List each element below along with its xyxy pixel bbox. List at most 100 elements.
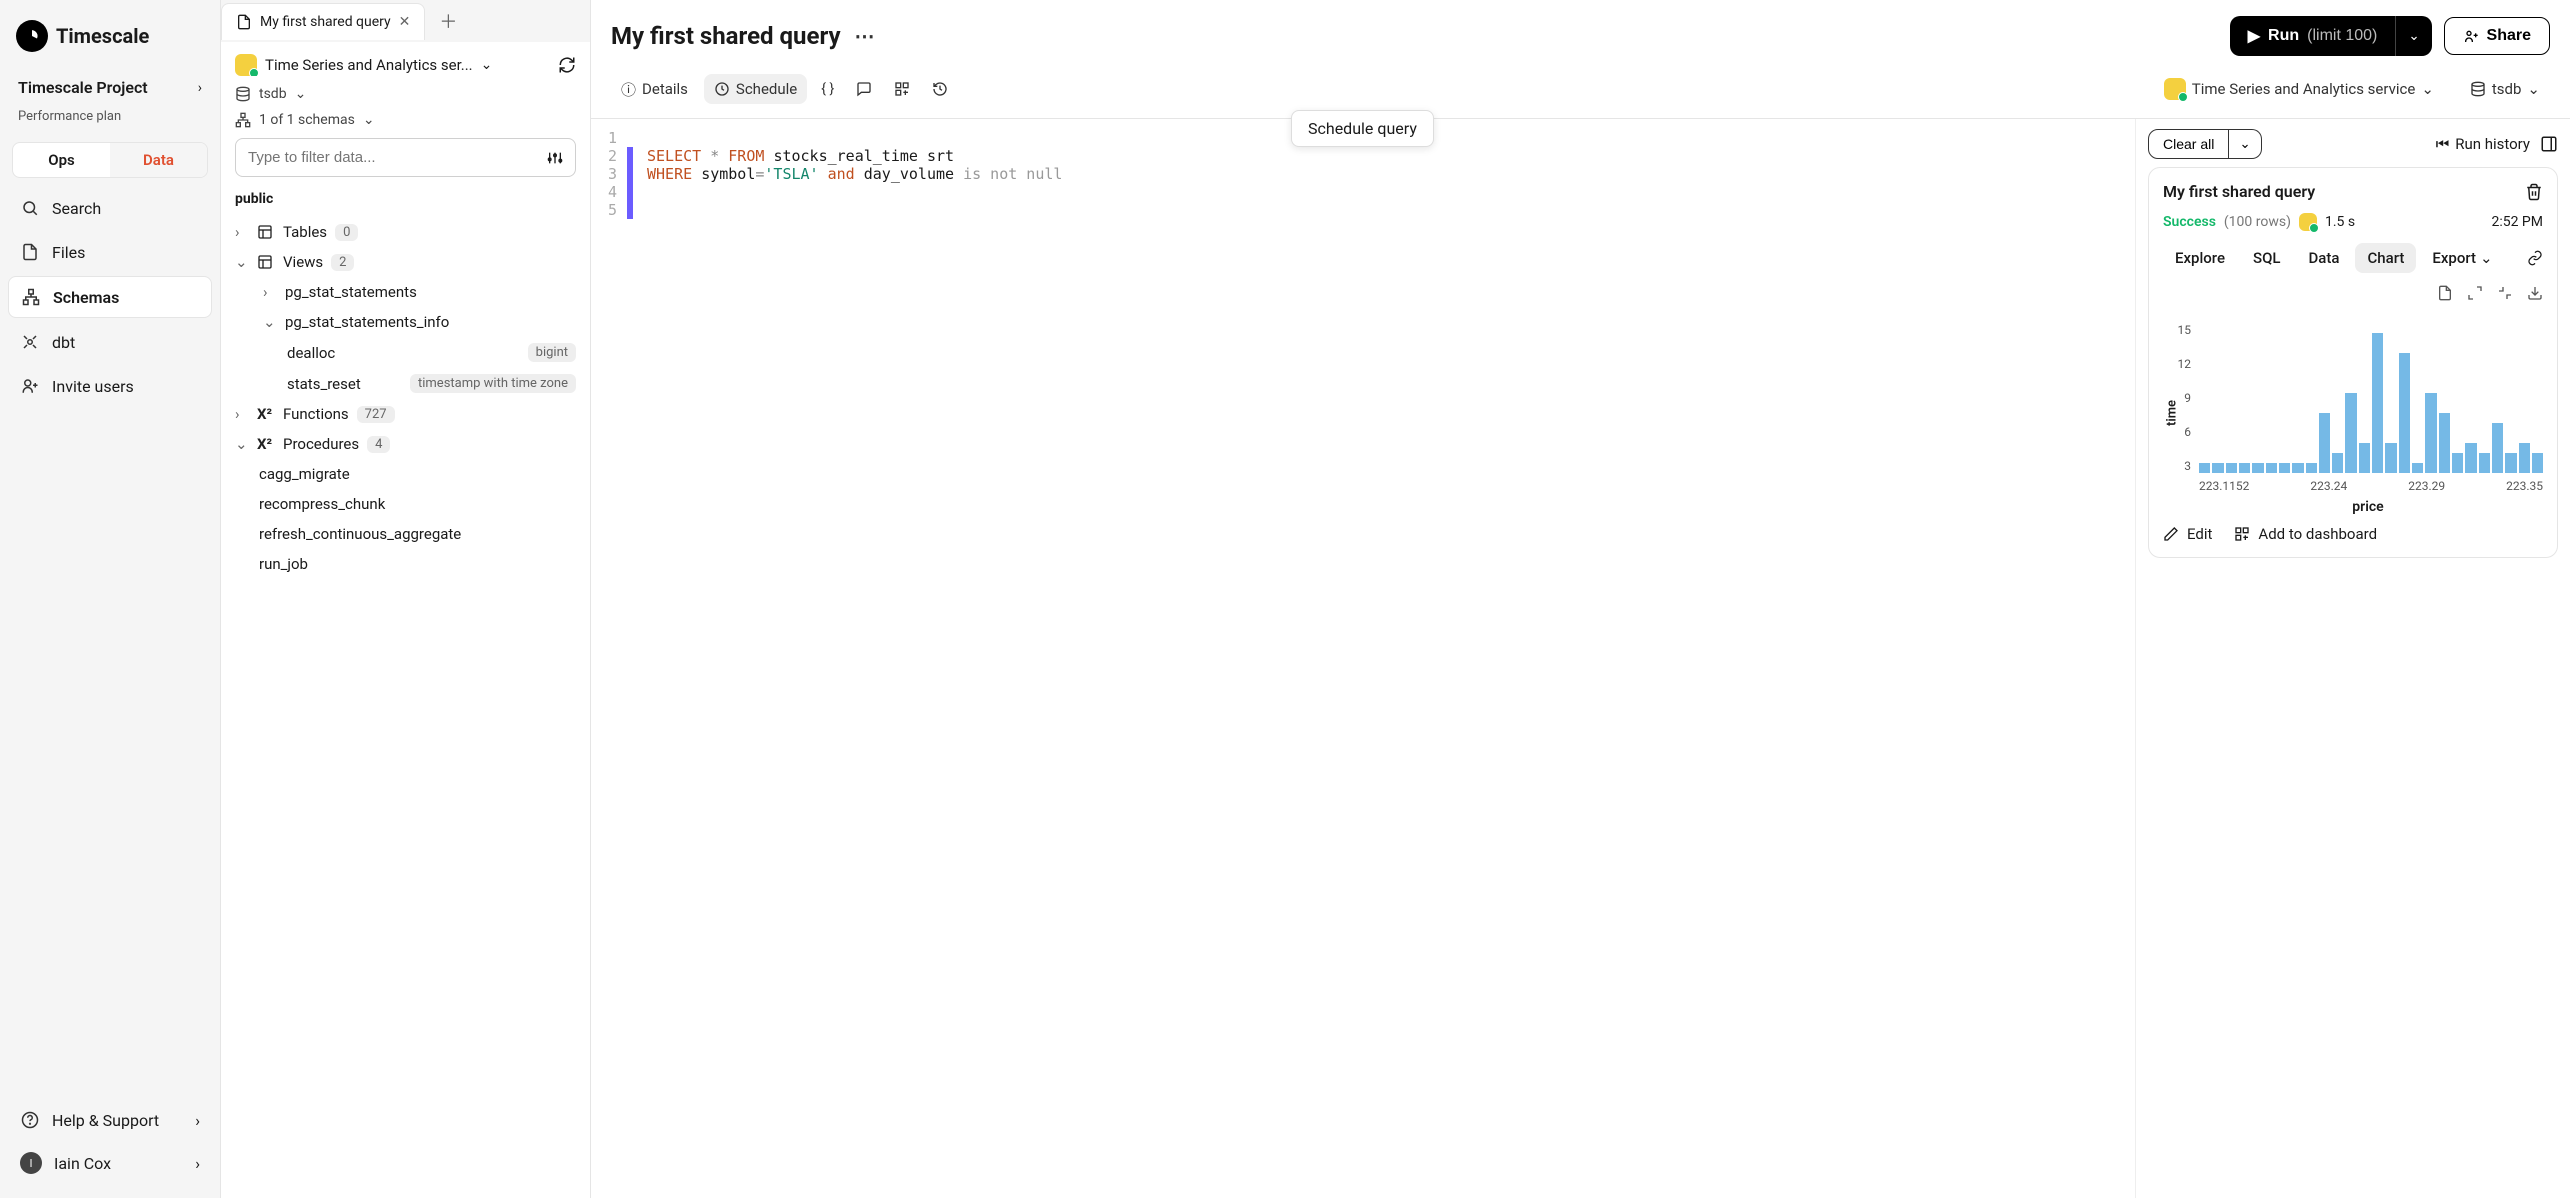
add-dashboard-button[interactable]: Add to dashboard: [2234, 525, 2377, 543]
add-tab-button[interactable]: ＋: [425, 0, 471, 42]
tab-ops[interactable]: Ops: [13, 143, 110, 177]
tree-proc-item[interactable]: recompress_chunk: [235, 489, 576, 519]
chart-x-ticks: 223.1152 223.24 223.29 223.35: [2193, 479, 2543, 493]
view-name: pg_stat_statements_info: [285, 313, 449, 331]
chevron-down-icon: ⌄: [235, 435, 249, 453]
chevron-right-icon: ›: [195, 1154, 200, 1173]
sidebar-item-search[interactable]: Search: [8, 188, 212, 228]
result-tab-export[interactable]: Export ⌄: [2420, 243, 2504, 273]
result-tab-data[interactable]: Data: [2297, 243, 2352, 273]
tree-proc-item[interactable]: cagg_migrate: [235, 459, 576, 489]
more-icon[interactable]: ⋯: [855, 24, 875, 48]
page-title: My first shared query: [611, 22, 841, 50]
filter-text[interactable]: [248, 149, 547, 166]
column-name: dealloc: [287, 344, 335, 362]
service-name-right: Time Series and Analytics service: [2192, 80, 2416, 98]
project-selector[interactable]: Timescale Project ›: [8, 68, 212, 107]
sql-editor[interactable]: 1 2SELECT * FROM stocks_real_time srt 3W…: [591, 119, 2135, 1198]
sidebar-item-schemas[interactable]: Schemas: [8, 276, 212, 318]
chevron-right-icon: ›: [235, 405, 249, 423]
table-icon: [257, 224, 275, 240]
sidebar-item-invite[interactable]: Invite users: [8, 366, 212, 406]
expand-icon[interactable]: [2467, 285, 2483, 301]
column-type: timestamp with time zone: [410, 374, 576, 393]
result-tab-explore[interactable]: Explore: [2163, 243, 2237, 273]
project-plan: Performance plan: [8, 109, 212, 134]
sidebar-item-user[interactable]: I Iain Cox ›: [8, 1142, 212, 1184]
row-count: (100 rows): [2224, 214, 2291, 230]
result-tabs: Explore SQL Data Chart Export ⌄: [2163, 243, 2543, 273]
sub-schedule[interactable]: Schedule: [704, 74, 807, 104]
database-name: tsdb: [259, 86, 287, 102]
braces-icon[interactable]: { }: [813, 75, 842, 103]
download-icon[interactable]: [2527, 285, 2543, 301]
result-tab-sql[interactable]: SQL: [2241, 243, 2293, 273]
tree-column[interactable]: dealloc bigint: [235, 337, 576, 368]
dashboard-icon[interactable]: [886, 75, 918, 103]
run-button[interactable]: ▶ Run (limit 100): [2230, 16, 2396, 56]
tab-data[interactable]: Data: [110, 143, 207, 177]
tree-view-item[interactable]: ⌄ pg_stat_statements_info: [235, 307, 576, 337]
file-tab-label: My first shared query: [260, 14, 391, 30]
sidebar-item-files[interactable]: Files: [8, 232, 212, 272]
share-button[interactable]: Share: [2444, 17, 2550, 55]
database-selector[interactable]: tsdb ⌄: [235, 86, 576, 102]
sliders-icon[interactable]: [547, 150, 563, 166]
sub-details[interactable]: ⓘ Details: [611, 73, 698, 106]
procedure-icon: X²: [257, 435, 275, 453]
service-selector-right[interactable]: Time Series and Analytics service ⌄: [2154, 72, 2444, 106]
filter-input[interactable]: [235, 138, 576, 177]
logo[interactable]: Timescale: [8, 12, 212, 60]
run-label: Run: [2268, 27, 2299, 45]
tree-proc-item[interactable]: run_job: [235, 549, 576, 579]
tree-views[interactable]: ⌄ Views 2: [235, 247, 576, 277]
link-icon[interactable]: [2527, 250, 2543, 266]
tree-view-item[interactable]: › pg_stat_statements: [235, 277, 576, 307]
clear-dropdown[interactable]: ⌄: [2229, 129, 2261, 159]
sidebar-item-dbt[interactable]: dbt: [8, 322, 212, 362]
run-dropdown[interactable]: ⌄: [2395, 16, 2431, 56]
tree-procedures[interactable]: ⌄ X² Procedures 4: [235, 429, 576, 459]
collapse-icon[interactable]: [2497, 285, 2513, 301]
tree-functions[interactable]: › X² Functions 727: [235, 399, 576, 429]
duration: 1.5 s: [2325, 214, 2355, 230]
copy-icon[interactable]: [2437, 285, 2453, 301]
result-tab-chart[interactable]: Chart: [2355, 243, 2416, 273]
chevron-right-icon: ›: [263, 283, 277, 301]
column-type: bigint: [528, 343, 576, 362]
tab-bar: My first shared query ✕ ＋: [221, 0, 590, 42]
edit-label: Edit: [2187, 525, 2212, 543]
chart-x-label: price: [2193, 499, 2543, 515]
chevron-right-icon: ›: [195, 1111, 200, 1130]
clear-all-button[interactable]: Clear all: [2148, 129, 2229, 159]
database-selector-right[interactable]: tsdb ⌄: [2460, 74, 2550, 104]
close-icon[interactable]: ✕: [399, 14, 411, 30]
tree-proc-item[interactable]: refresh_continuous_aggregate: [235, 519, 576, 549]
history-icon[interactable]: [924, 75, 956, 103]
run-history-label: Run history: [2455, 135, 2530, 153]
pencil-icon: [2163, 526, 2179, 542]
service-selector[interactable]: Time Series and Analytics ser... ⌄: [235, 54, 576, 76]
help-icon: [20, 1110, 40, 1130]
sidebar-item-label: Invite users: [52, 377, 134, 396]
trash-icon[interactable]: [2525, 183, 2543, 201]
tree-tables[interactable]: › Tables 0: [235, 217, 576, 247]
share-label: Share: [2487, 27, 2531, 45]
edit-button[interactable]: Edit: [2163, 525, 2212, 543]
schema-selector[interactable]: 1 of 1 schemas ⌄: [235, 112, 576, 128]
count-badge: 4: [367, 436, 390, 453]
brand-name: Timescale: [56, 24, 149, 48]
chart-y-ticks: 15 12 9 6 3: [2171, 323, 2191, 473]
schema-icon: [235, 112, 251, 128]
invite-icon: [20, 376, 40, 396]
chart-bars: [2199, 323, 2543, 473]
sidebar-item-help[interactable]: Help & Support ›: [8, 1100, 212, 1140]
sidebar-tabs: Ops Data: [12, 142, 208, 178]
column-name: stats_reset: [287, 375, 361, 393]
panel-toggle-icon[interactable]: [2540, 135, 2558, 153]
run-history-button[interactable]: ⏮ Run history: [2436, 135, 2530, 153]
refresh-icon[interactable]: [558, 56, 576, 74]
file-tab[interactable]: My first shared query ✕: [221, 3, 425, 40]
comment-icon[interactable]: [848, 75, 880, 103]
tree-column[interactable]: stats_reset timestamp with time zone: [235, 368, 576, 399]
